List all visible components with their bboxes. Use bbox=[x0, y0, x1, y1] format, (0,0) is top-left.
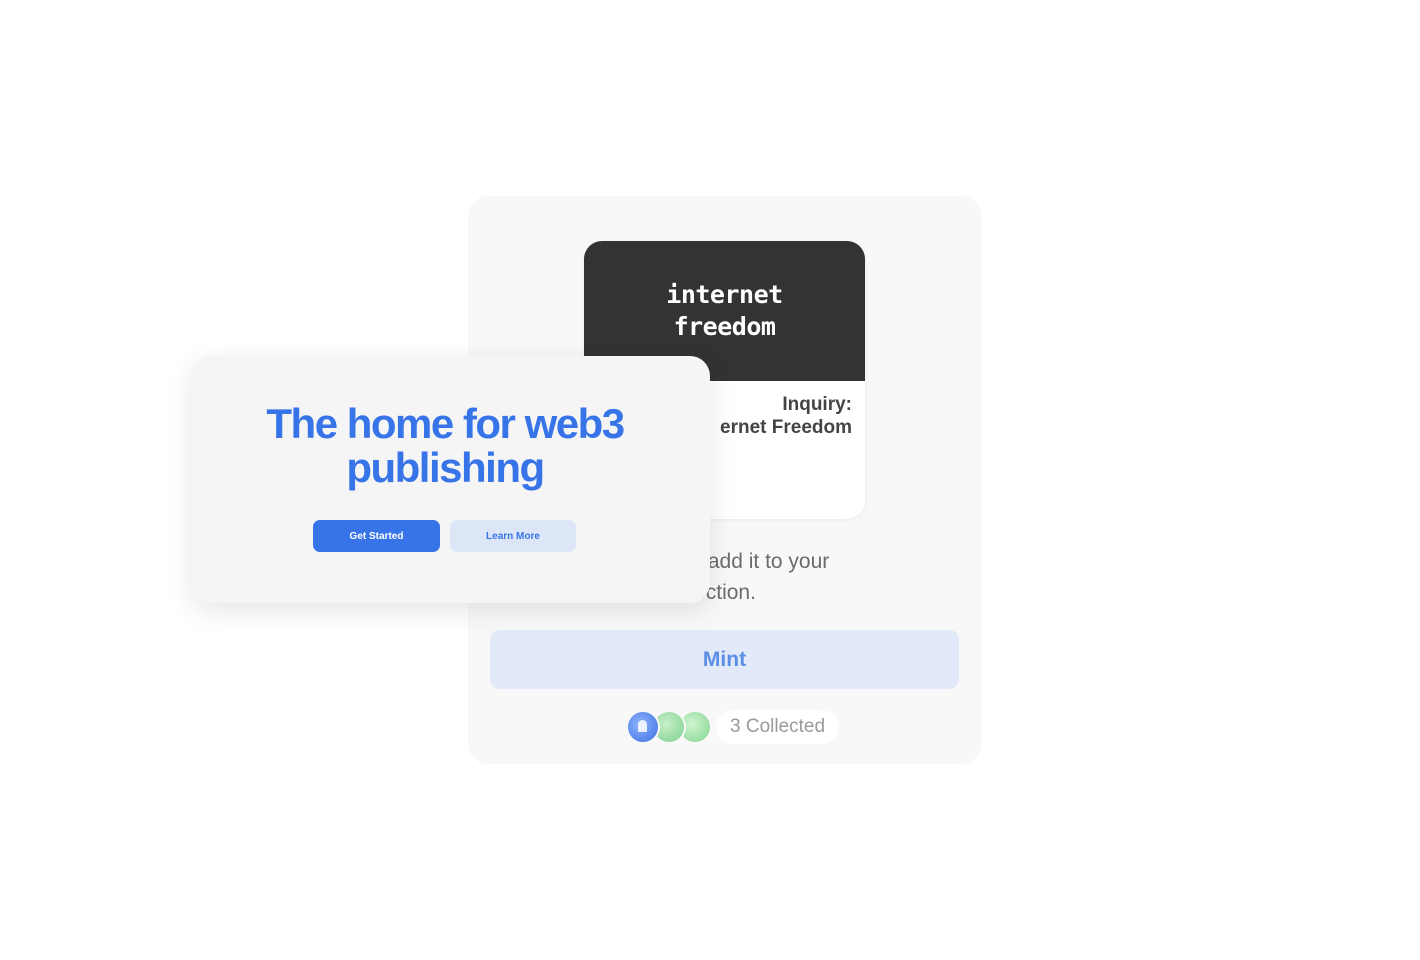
hero-title: The home for web3 publishing bbox=[192, 402, 698, 490]
learn-more-button[interactable]: Learn More bbox=[450, 520, 576, 552]
hero-title-line-2: publishing bbox=[346, 444, 545, 491]
collected-count: 3 Collected bbox=[716, 710, 840, 744]
nft-image-line-1: internet bbox=[666, 280, 783, 309]
get-started-button[interactable]: Get Started bbox=[313, 520, 440, 552]
collected-row[interactable]: 3 Collected bbox=[626, 710, 840, 744]
collector-avatar bbox=[626, 710, 660, 744]
stage: internet freedom Inquiry: ernet Freedom n… bbox=[0, 0, 1420, 960]
hero-title-line-1: The home for web3 bbox=[266, 400, 625, 447]
mint-button[interactable]: Mint bbox=[490, 630, 959, 689]
hero-card: The home for web3 publishing Get Started… bbox=[192, 356, 710, 603]
nft-image-text: internet freedom bbox=[666, 279, 783, 343]
nft-image-line-2: freedom bbox=[673, 312, 776, 341]
